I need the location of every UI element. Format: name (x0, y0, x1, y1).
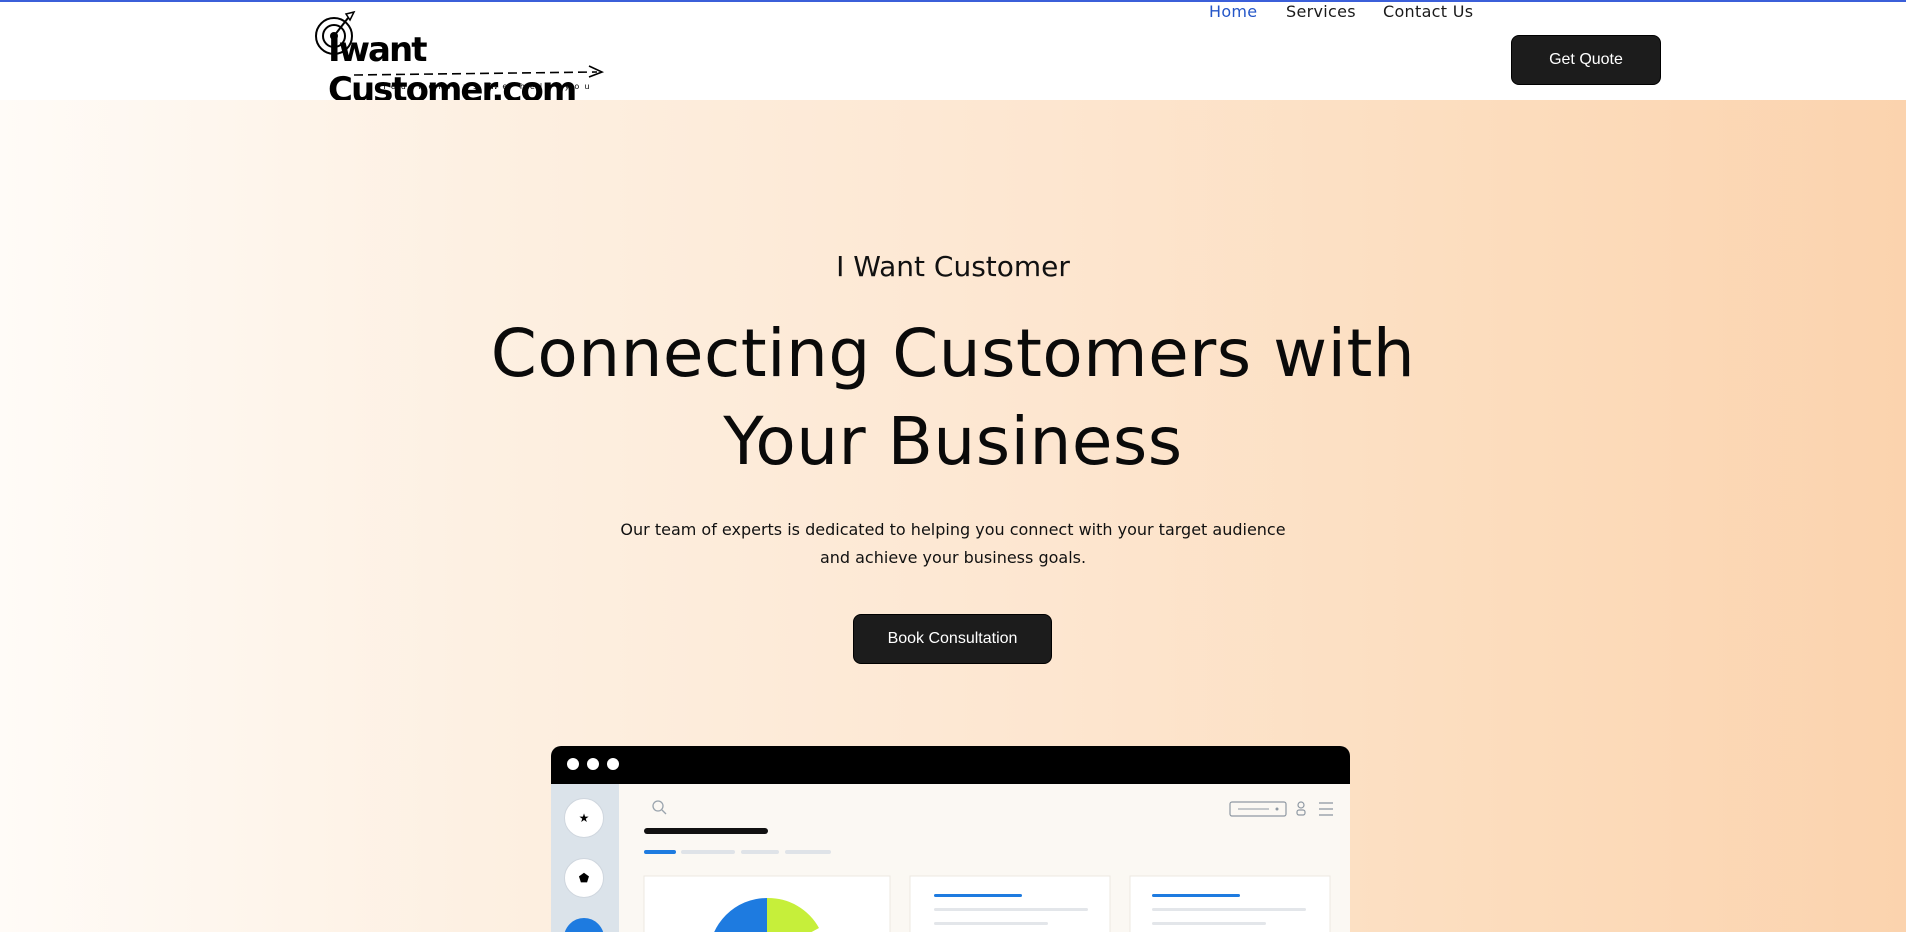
subtext-line-2: and achieve your business goals. (819, 548, 1087, 567)
nav-contact-us[interactable]: Contact Us (1383, 2, 1473, 22)
subtext-line-1: Our team of experts is dedicated to help… (620, 520, 1286, 539)
star-icon: ★ (564, 798, 604, 838)
mockup-sidebar: ★ ⬟ (551, 784, 619, 932)
circle-icon (564, 918, 604, 932)
logo-tagline: You help us We help you (382, 82, 595, 91)
mockup-window-bar (551, 746, 1350, 784)
mockup-main-panel (619, 784, 1350, 932)
window-dot (607, 758, 619, 770)
get-quote-button[interactable]: Get Quote (1511, 35, 1661, 85)
window-dot (567, 758, 579, 770)
search-icon (652, 800, 664, 812)
hero-eyebrow: I Want Customer (836, 250, 1070, 283)
dashboard-mockup-image: ★ ⬟ (551, 746, 1350, 932)
hero-headline: Connecting Customers with Your Business (0, 310, 1906, 486)
window-dot (587, 758, 599, 770)
nav-services[interactable]: Services (1286, 2, 1356, 22)
hero-section: I Want Customer Connecting Customers wit… (0, 100, 1906, 932)
headline-line-1: Connecting Customers with (490, 315, 1416, 392)
headline-line-2: Your Business (723, 403, 1183, 480)
pentagon-icon: ⬟ (564, 858, 604, 898)
user-icon (1297, 801, 1305, 809)
mockup-content (643, 800, 1333, 932)
hero-subtext: Our team of experts is dedicated to help… (620, 516, 1286, 572)
logo-text: Iwant Customer.com (328, 30, 577, 110)
site-logo[interactable]: Iwant Customer.com You help us We help y… (312, 10, 652, 110)
site-header: Iwant Customer.com You help us We help y… (0, 2, 1906, 110)
book-consultation-button[interactable]: Book Consultation (853, 614, 1052, 664)
nav-home[interactable]: Home (1209, 2, 1257, 22)
